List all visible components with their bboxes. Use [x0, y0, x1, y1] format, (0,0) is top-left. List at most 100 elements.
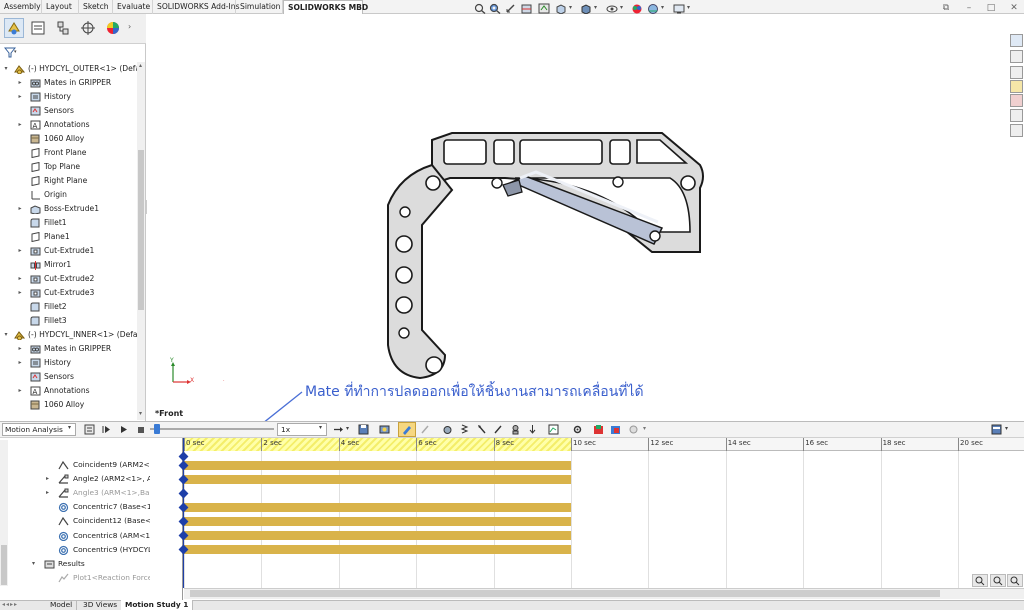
tree-item[interactable]: Right Plane: [0, 174, 138, 188]
tree-item[interactable]: Fillet2: [0, 300, 138, 314]
timeline-view-icon[interactable]: [991, 424, 1002, 435]
chevron-down-icon[interactable]: ▾: [687, 4, 690, 11]
tree-item[interactable]: ▸ Mates in GRIPPER: [0, 76, 138, 90]
tab-configuration-manager[interactable]: [53, 18, 73, 38]
mate-item[interactable]: Concentric7 (Base<1>: [0, 500, 150, 514]
tab-property-manager[interactable]: [28, 18, 48, 38]
tree-item[interactable]: Fillet1: [0, 216, 138, 230]
view-settings-icon[interactable]: [673, 3, 685, 14]
tree-item[interactable]: ▸ A Annotations: [0, 118, 138, 132]
zoom-out-timeline-button[interactable]: [1007, 574, 1023, 587]
expand-arrow-icon[interactable]: ▸: [16, 272, 24, 286]
expand-arrow-icon[interactable]: ▸: [16, 286, 24, 300]
tree-item[interactable]: ▾ (-) HYDCYL_INNER<1> (Default: [0, 328, 138, 342]
results-plots-icon[interactable]: [548, 424, 559, 435]
gravity-icon[interactable]: [527, 424, 538, 435]
tab-solidworks-mbd[interactable]: SOLIDWORKS MBD: [283, 0, 368, 14]
chevron-down-icon[interactable]: ▾: [569, 4, 572, 11]
edit-appearance-icon[interactable]: [631, 3, 643, 14]
play-icon[interactable]: [118, 424, 129, 435]
save-animation-icon[interactable]: [358, 424, 369, 435]
expand-arrow-icon[interactable]: ▸: [46, 472, 49, 486]
timeline-change-bar[interactable]: [184, 516, 571, 526]
tab-solidworks-add-ins[interactable]: SOLIDWORKS Add-Ins: [153, 0, 240, 14]
tab-evaluate[interactable]: Evaluate: [113, 0, 153, 14]
restore-viewport-icon[interactable]: ⧉: [940, 2, 952, 14]
tree-item[interactable]: ▸ History: [0, 90, 138, 104]
mate-item[interactable]: Coincident9 (ARM2<1: [0, 458, 150, 472]
tree-item[interactable]: Front Plane: [0, 146, 138, 160]
spring-icon[interactable]: [459, 424, 470, 435]
playback-mode-icon[interactable]: [333, 424, 344, 435]
section-view-icon[interactable]: [521, 3, 533, 14]
chevron-down-icon[interactable]: ▾: [620, 4, 623, 11]
tree-item[interactable]: ▸ Boss-Extrude1: [0, 202, 138, 216]
chevron-down-icon[interactable]: ▾: [643, 425, 646, 432]
tab-assembly[interactable]: Assembly: [0, 0, 42, 14]
tab-dimxpert-manager[interactable]: [78, 18, 98, 38]
hide-show-items-icon[interactable]: [606, 3, 618, 14]
tree-item[interactable]: Plane1: [0, 230, 138, 244]
playback-slider-track[interactable]: [150, 428, 274, 430]
tab-layout[interactable]: Layout: [42, 0, 79, 14]
collapse-arrow-icon[interactable]: ▾: [2, 328, 10, 342]
simulation-results-icon[interactable]: [610, 424, 621, 435]
timeline-change-bar[interactable]: [184, 545, 571, 555]
custom-properties-icon[interactable]: [1010, 109, 1023, 122]
mate-item[interactable]: ▸ Angle2 (ARM2<1>, AR: [0, 472, 150, 486]
force-icon[interactable]: [493, 424, 504, 435]
zoom-fit-timeline-button[interactable]: [972, 574, 988, 587]
play-from-start-icon[interactable]: [101, 424, 112, 435]
animation-wizard-icon[interactable]: [379, 424, 390, 435]
motor-icon[interactable]: [442, 424, 453, 435]
timeline-change-bar[interactable]: [184, 474, 571, 484]
chevron-down-icon[interactable]: ▾: [1005, 425, 1008, 432]
chevron-down-icon[interactable]: ▾: [68, 424, 71, 431]
chevron-down-icon[interactable]: ▾: [346, 425, 349, 432]
timeline-change-bar[interactable]: [184, 531, 571, 540]
forum-icon[interactable]: [1010, 124, 1023, 137]
plot-item[interactable]: Plot1<Reaction Force1: [0, 571, 150, 585]
maximize-viewport-icon[interactable]: □: [985, 2, 997, 14]
resources-icon[interactable]: [1010, 50, 1023, 63]
dynamic-annotation-icon[interactable]: [538, 3, 550, 14]
tree-item[interactable]: ▸ A Annotations: [0, 384, 138, 398]
display-style-icon[interactable]: [580, 3, 592, 14]
expand-arrow-icon[interactable]: ▸: [16, 90, 24, 104]
scroll-up-icon[interactable]: ▴: [139, 62, 142, 69]
expand-arrow-icon[interactable]: ▸: [16, 76, 24, 90]
zoom-in-timeline-button[interactable]: [990, 574, 1006, 587]
tree-item[interactable]: Fillet3: [0, 314, 138, 328]
stop-icon[interactable]: [135, 424, 146, 435]
scroll-down-icon[interactable]: ▾: [139, 410, 142, 417]
collapse-motion-manager-icon[interactable]: [628, 424, 639, 435]
autokey-toggle[interactable]: [398, 422, 416, 437]
mate-item[interactable]: ▸ Angle3 (ARM<1>,Base: [0, 486, 150, 500]
tab-simulation[interactable]: Simulation: [236, 0, 283, 14]
minimize-viewport-icon[interactable]: –: [963, 2, 975, 14]
timeline-change-bar[interactable]: [184, 460, 571, 470]
expand-arrow-icon[interactable]: ▸: [16, 356, 24, 370]
tab-display-manager[interactable]: [103, 18, 123, 38]
appearances-icon[interactable]: [1010, 94, 1023, 107]
home-icon[interactable]: [1010, 34, 1023, 47]
chevron-down-icon[interactable]: ▾: [594, 4, 597, 11]
bottom-tab-model[interactable]: Model: [46, 600, 78, 610]
tree-item[interactable]: ▸ Cut-Extrude1: [0, 244, 138, 258]
tree-item[interactable]: ▾ (-) HYDCYL_OUTER<1> (Defaul: [0, 62, 138, 76]
zoom-area-icon[interactable]: [489, 3, 501, 14]
tab-scroll-arrows-icon[interactable]: ◂◂▸▸: [2, 601, 18, 608]
mate-item[interactable]: Concentric9 (HYDCYL: [0, 543, 150, 557]
tree-item[interactable]: ▸ Cut-Extrude2: [0, 272, 138, 286]
chevron-down-icon[interactable]: ▾: [319, 424, 322, 431]
contact-icon[interactable]: [510, 424, 521, 435]
collapse-arrow-icon[interactable]: ▾: [2, 62, 10, 76]
chevron-down-icon[interactable]: ▾: [14, 49, 17, 55]
expand-arrow-icon[interactable]: ▸: [16, 342, 24, 356]
expand-arrow-icon[interactable]: ▸: [16, 202, 24, 216]
panel-expand-icon[interactable]: ›: [128, 22, 131, 31]
tree-item[interactable]: Sensors: [0, 370, 138, 384]
study-type-select[interactable]: Motion Analysis: [2, 423, 76, 436]
bottom-tab-3d-views[interactable]: 3D Views: [79, 600, 123, 610]
damper-icon[interactable]: [476, 424, 487, 435]
